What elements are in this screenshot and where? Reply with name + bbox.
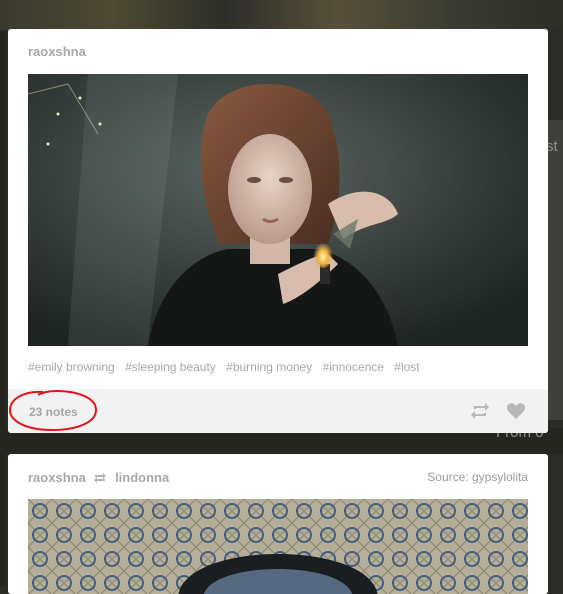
post-author-link[interactable]: raoxshna [28, 470, 86, 485]
background-banner [0, 0, 563, 30]
post-header: raoxshna lindonna Source: gypsylolita [28, 470, 528, 486]
photo-image [28, 499, 528, 594]
post-header: raoxshna [28, 44, 528, 60]
tag-link[interactable]: #burning money [226, 360, 312, 374]
annotation-circle [9, 389, 98, 432]
source-link[interactable]: Source: gypsylolita [427, 470, 528, 484]
heart-icon[interactable] [506, 402, 526, 420]
post-photo[interactable] [28, 74, 528, 346]
tag-link[interactable]: #sleeping beauty [125, 360, 216, 374]
post-card: raoxshna lindonna Source: gypsylolita [8, 454, 548, 594]
post-author-link[interactable]: raoxshna [28, 44, 86, 59]
background-edge [0, 32, 6, 586]
background-sidebar [548, 120, 563, 420]
tag-link[interactable]: #emily browning [28, 360, 115, 374]
reblog-icon[interactable] [470, 402, 490, 420]
reblogged-from-link[interactable]: lindonna [115, 470, 169, 485]
post-photo[interactable] [28, 499, 528, 594]
tag-link[interactable]: #lost [394, 360, 419, 374]
post-card: raoxshna #emily browning #sleeping beaut… [8, 29, 548, 433]
reblog-icon [94, 473, 107, 483]
photo-image [28, 74, 528, 346]
tag-list: #emily browning #sleeping beauty #burnin… [28, 360, 427, 374]
tag-link[interactable]: #innocence [323, 360, 384, 374]
